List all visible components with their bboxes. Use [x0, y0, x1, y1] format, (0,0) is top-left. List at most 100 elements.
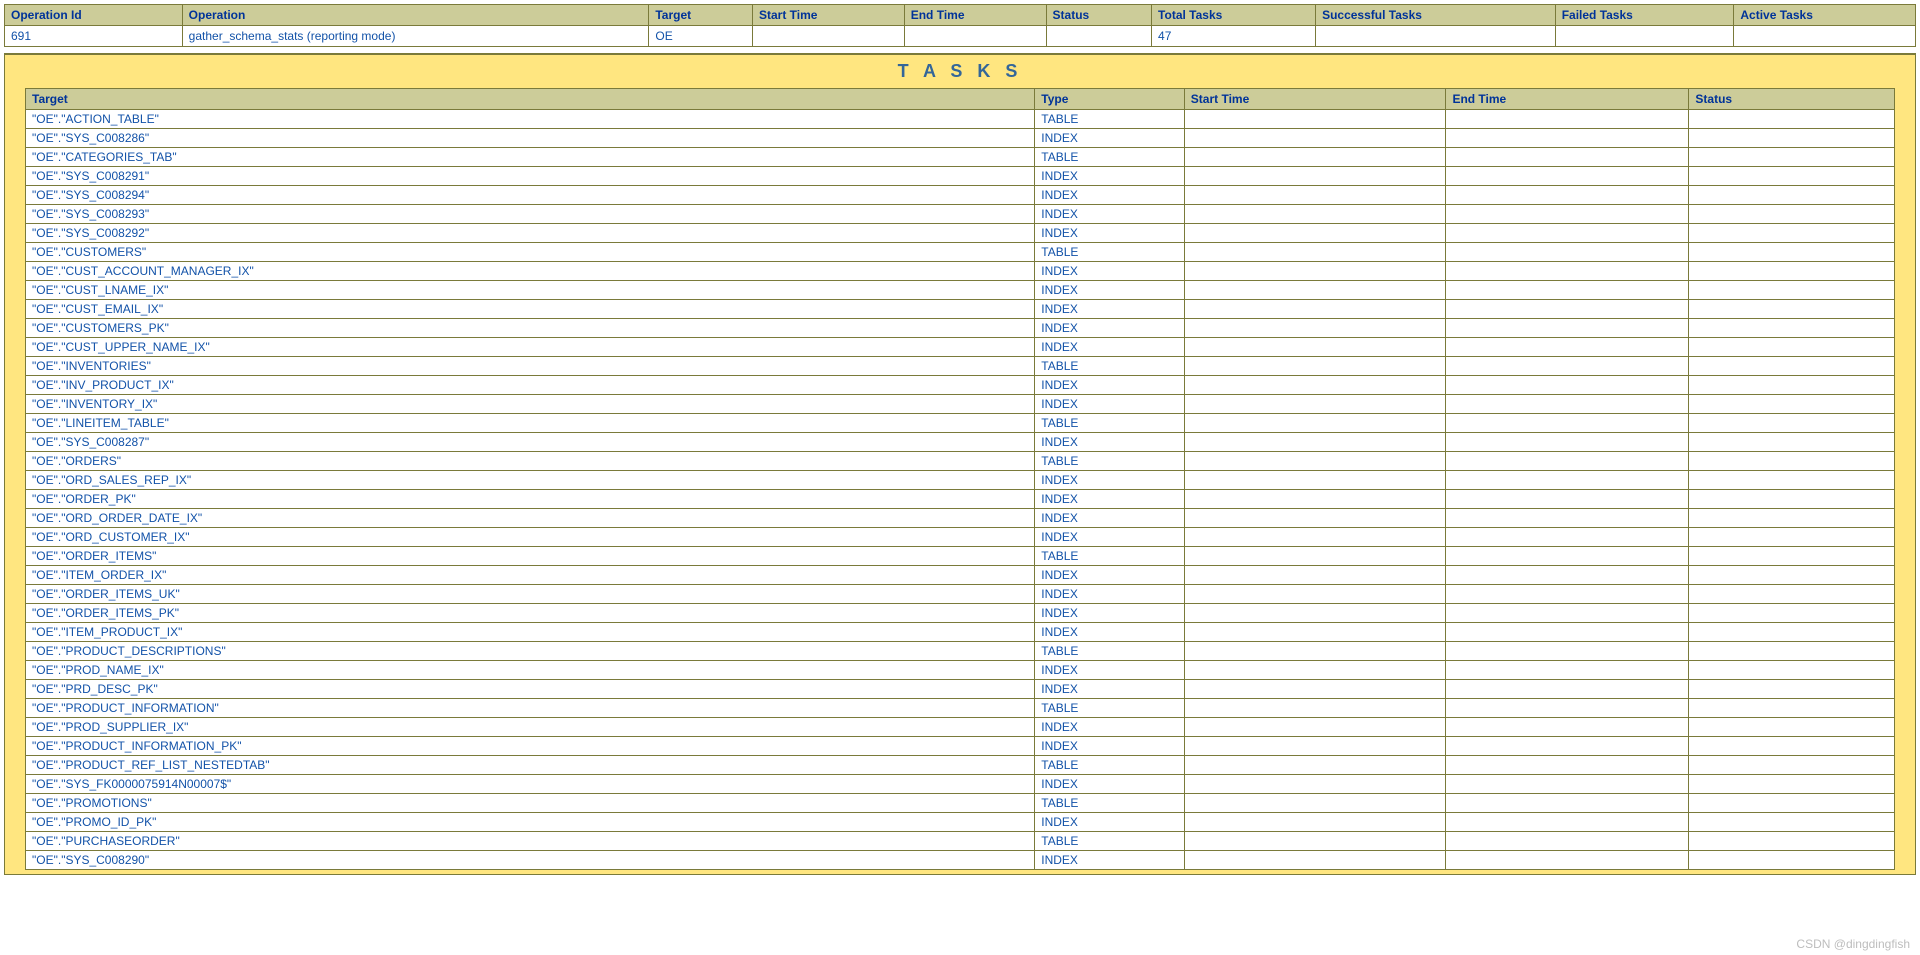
task-end-time-cell	[1446, 832, 1689, 851]
task-status-cell	[1689, 661, 1895, 680]
task-start-time-cell	[1184, 357, 1446, 376]
task-start-time-cell	[1184, 528, 1446, 547]
task-start-time-cell	[1184, 376, 1446, 395]
task-start-time-cell	[1184, 110, 1446, 129]
task-end-time-cell	[1446, 433, 1689, 452]
col-header-task-start-time: Start Time	[1184, 89, 1446, 110]
task-end-time-cell	[1446, 547, 1689, 566]
task-end-time-cell	[1446, 110, 1689, 129]
table-row: "OE"."PROMO_ID_PK"INDEX	[26, 813, 1895, 832]
task-start-time-cell	[1184, 338, 1446, 357]
task-start-time-cell	[1184, 718, 1446, 737]
task-end-time-cell	[1446, 680, 1689, 699]
task-target-cell: "OE"."PURCHASEORDER"	[26, 832, 1035, 851]
task-target-cell: "OE"."PROMO_ID_PK"	[26, 813, 1035, 832]
task-target-cell: "OE"."ITEM_PRODUCT_IX"	[26, 623, 1035, 642]
table-row: "OE"."PRD_DESC_PK"INDEX	[26, 680, 1895, 699]
task-target-cell: "OE"."ORDERS"	[26, 452, 1035, 471]
task-target-cell: "OE"."CUST_UPPER_NAME_IX"	[26, 338, 1035, 357]
task-type-cell: TABLE	[1035, 832, 1185, 851]
task-target-cell: "OE"."SYS_C008287"	[26, 433, 1035, 452]
task-end-time-cell	[1446, 737, 1689, 756]
table-row: "OE"."CATEGORIES_TAB"TABLE	[26, 148, 1895, 167]
task-type-cell: INDEX	[1035, 129, 1185, 148]
col-header-end-time: End Time	[904, 5, 1046, 26]
table-row: "OE"."SYS_C008287"INDEX	[26, 433, 1895, 452]
task-status-cell	[1689, 433, 1895, 452]
table-row: "OE"."ITEM_PRODUCT_IX"INDEX	[26, 623, 1895, 642]
task-end-time-cell	[1446, 167, 1689, 186]
task-start-time-cell	[1184, 851, 1446, 870]
table-row: "OE"."PROMOTIONS"TABLE	[26, 794, 1895, 813]
table-row: "OE"."CUST_ACCOUNT_MANAGER_IX"INDEX	[26, 262, 1895, 281]
table-row: "OE"."ORD_CUSTOMER_IX"INDEX	[26, 528, 1895, 547]
table-row: "OE"."ITEM_ORDER_IX"INDEX	[26, 566, 1895, 585]
task-end-time-cell	[1446, 585, 1689, 604]
task-end-time-cell	[1446, 148, 1689, 167]
task-end-time-cell	[1446, 243, 1689, 262]
task-type-cell: INDEX	[1035, 661, 1185, 680]
task-end-time-cell	[1446, 756, 1689, 775]
task-status-cell	[1689, 300, 1895, 319]
table-row: "OE"."ORDER_ITEMS"TABLE	[26, 547, 1895, 566]
table-row: "OE"."CUST_EMAIL_IX"INDEX	[26, 300, 1895, 319]
table-row: "OE"."ORDER_PK"INDEX	[26, 490, 1895, 509]
operation-name-value: gather_schema_stats (reporting mode)	[182, 26, 649, 47]
task-end-time-cell	[1446, 319, 1689, 338]
operation-total-tasks-value: 47	[1152, 26, 1316, 47]
col-header-task-status: Status	[1689, 89, 1895, 110]
table-row: "OE"."PRODUCT_REF_LIST_NESTEDTAB"TABLE	[26, 756, 1895, 775]
task-type-cell: INDEX	[1035, 775, 1185, 794]
tasks-body: Target Type Start Time End Time Status "…	[5, 88, 1915, 870]
task-type-cell: INDEX	[1035, 604, 1185, 623]
task-start-time-cell	[1184, 167, 1446, 186]
task-end-time-cell	[1446, 471, 1689, 490]
task-type-cell: INDEX	[1035, 262, 1185, 281]
operation-start-time-value	[752, 26, 904, 47]
task-end-time-cell	[1446, 642, 1689, 661]
task-status-cell	[1689, 281, 1895, 300]
task-end-time-cell	[1446, 490, 1689, 509]
task-status-cell	[1689, 376, 1895, 395]
task-end-time-cell	[1446, 129, 1689, 148]
task-target-cell: "OE"."ORDER_PK"	[26, 490, 1035, 509]
task-target-cell: "OE"."INVENTORIES"	[26, 357, 1035, 376]
table-row: "OE"."SYS_C008291"INDEX	[26, 167, 1895, 186]
task-type-cell: INDEX	[1035, 433, 1185, 452]
task-type-cell: TABLE	[1035, 699, 1185, 718]
task-target-cell: "OE"."ORD_ORDER_DATE_IX"	[26, 509, 1035, 528]
col-header-task-target: Target	[26, 89, 1035, 110]
tasks-header-row: Target Type Start Time End Time Status	[26, 89, 1895, 110]
task-start-time-cell	[1184, 566, 1446, 585]
task-target-cell: "OE"."PROD_NAME_IX"	[26, 661, 1035, 680]
table-row: "OE"."PURCHASEORDER"TABLE	[26, 832, 1895, 851]
col-header-target: Target	[649, 5, 753, 26]
task-start-time-cell	[1184, 794, 1446, 813]
task-status-cell	[1689, 851, 1895, 870]
operation-failed-tasks-value	[1555, 26, 1734, 47]
task-type-cell: INDEX	[1035, 680, 1185, 699]
task-status-cell	[1689, 680, 1895, 699]
task-start-time-cell	[1184, 737, 1446, 756]
task-start-time-cell	[1184, 471, 1446, 490]
table-row: "OE"."INVENTORY_IX"INDEX	[26, 395, 1895, 414]
task-status-cell	[1689, 167, 1895, 186]
task-start-time-cell	[1184, 414, 1446, 433]
operation-data-row: 691 gather_schema_stats (reporting mode)…	[5, 26, 1916, 47]
table-row: "OE"."SYS_C008290"INDEX	[26, 851, 1895, 870]
col-header-operation: Operation	[182, 5, 649, 26]
operation-successful-tasks-value	[1316, 26, 1556, 47]
task-status-cell	[1689, 186, 1895, 205]
task-status-cell	[1689, 110, 1895, 129]
task-start-time-cell	[1184, 585, 1446, 604]
task-start-time-cell	[1184, 623, 1446, 642]
task-start-time-cell	[1184, 262, 1446, 281]
col-header-total-tasks: Total Tasks	[1152, 5, 1316, 26]
table-row: "OE"."LINEITEM_TABLE"TABLE	[26, 414, 1895, 433]
task-type-cell: TABLE	[1035, 148, 1185, 167]
task-target-cell: "OE"."SYS_C008286"	[26, 129, 1035, 148]
operation-target-value: OE	[649, 26, 753, 47]
table-row: "OE"."SYS_C008293"INDEX	[26, 205, 1895, 224]
task-start-time-cell	[1184, 680, 1446, 699]
task-target-cell: "OE"."CUSTOMERS_PK"	[26, 319, 1035, 338]
